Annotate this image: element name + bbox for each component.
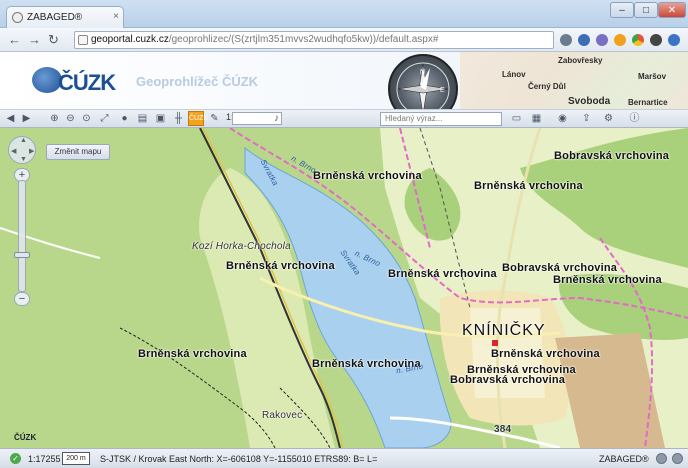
status-settings-icon[interactable]: [656, 453, 667, 464]
pan-control[interactable]: ▲ ▼ ◀ ▶: [8, 136, 36, 164]
export-icon[interactable]: ⇪: [580, 112, 593, 125]
page-icon: [78, 35, 88, 45]
zoom-minus-button[interactable]: −: [14, 292, 30, 306]
banner-place: Bernartice: [628, 98, 668, 107]
status-help-icon[interactable]: [672, 453, 683, 464]
map-label-town: KNÍNIČKY: [462, 322, 546, 339]
map-label: Bobravská vrchovina: [502, 262, 618, 274]
header-map-banner: Zabovřesky Lánov Černý Důl Svoboda Maršo…: [460, 52, 688, 109]
status-coordinates: S-JTSK / Krovak East North: X=-606108 Y=…: [100, 454, 378, 464]
wrench-icon[interactable]: ✎: [208, 112, 221, 125]
map-label: Brněnská vrchovina: [226, 260, 335, 272]
measure-icon[interactable]: ▣: [154, 112, 167, 125]
site-logo[interactable]: ČÚZK: [58, 70, 116, 96]
banner-place: Svoboda: [568, 96, 611, 107]
map-watermark: ČÚZK: [14, 433, 37, 442]
status-source: ZABAGED®: [599, 454, 649, 464]
back-icon[interactable]: ←: [8, 32, 21, 47]
banner-place: Černý Důl: [528, 82, 566, 91]
search-input[interactable]: Hledaný výraz...: [380, 112, 502, 126]
map-label: Bobravská vrchovina: [450, 374, 566, 386]
scale-bar: 200 m: [62, 452, 90, 465]
extension-icon[interactable]: [578, 34, 590, 46]
map-label-road-number: 384: [494, 424, 512, 435]
pan-left-icon[interactable]: ◀: [11, 147, 16, 155]
grid-icon[interactable]: ▦: [530, 112, 543, 125]
settings-icon[interactable]: ⚙: [602, 112, 615, 125]
zoom-slider-track[interactable]: [18, 180, 26, 292]
extension-icon[interactable]: [596, 34, 608, 46]
maximize-button[interactable]: □: [634, 2, 658, 18]
status-ok-icon: ✓: [10, 453, 21, 464]
status-bar: ✓ 1:17255 200 m S-JTSK / Krovak East Nor…: [0, 448, 688, 468]
browser-navbar: ← → ↻ geoportal.cuzk.cz/geoprohlizec/(S(…: [0, 28, 688, 52]
help-icon[interactable]: ⓘ: [628, 112, 641, 125]
map-label: Brněnská vrchovina: [491, 348, 600, 360]
pan-down-icon[interactable]: ▼: [20, 156, 27, 163]
close-window-button[interactable]: ✕: [658, 2, 686, 18]
pan-right-icon[interactable]: ▶: [29, 147, 34, 155]
fullscreen-icon[interactable]: ⤢: [98, 112, 111, 125]
clock-icon[interactable]: [650, 34, 662, 46]
url-host: geoportal.cuzk.cz: [91, 34, 169, 45]
tab-title: ZABAGED®: [27, 12, 83, 23]
map-label: Brněnská vrchovina: [138, 348, 247, 360]
banner-place: Maršov: [638, 72, 667, 81]
zoom-in-icon[interactable]: ⊕: [48, 112, 61, 125]
map-label-place: Rakovec: [262, 410, 303, 421]
zoom-extent-icon[interactable]: ⊙: [80, 112, 93, 125]
banner-place: Zabovřesky: [558, 56, 603, 65]
pan-up-icon[interactable]: ▲: [20, 137, 27, 144]
reload-icon[interactable]: ↻: [48, 32, 59, 47]
compass-letter-n: N: [420, 69, 425, 76]
compass-letter-e: E: [440, 87, 445, 94]
ruler-icon[interactable]: ╫: [172, 112, 185, 125]
browser-titlebar: ZABAGED® × – □ ✕: [0, 0, 688, 28]
zoom-out-icon[interactable]: ⊖: [64, 112, 77, 125]
map-label: Brněnská vrchovina: [553, 274, 662, 286]
headphones-icon[interactable]: [560, 34, 572, 46]
compass-icon: N E: [388, 54, 458, 109]
favicon-icon: [12, 12, 23, 23]
map-label: Brněnská vrchovina: [474, 180, 583, 192]
change-map-button[interactable]: Změnit mapu: [46, 144, 110, 160]
app-title: Geoprohlížeč ČÚZK: [136, 74, 259, 89]
site-header: ČÚZK Geoprohlížeč ČÚZK Zabovřesky Lánov …: [0, 52, 688, 110]
zoom-slider-handle[interactable]: [14, 252, 30, 258]
color-wheel-icon[interactable]: [632, 34, 644, 46]
map-label: Brněnská vrchovina: [313, 170, 422, 182]
banner-place: Lánov: [502, 70, 526, 79]
map-label: Bobravská vrchovina: [554, 150, 670, 162]
url-path: /geoprohlizec/(S(zrtjlm351mvvs2wudhqfo5k…: [168, 34, 439, 45]
minimize-button[interactable]: –: [610, 2, 634, 18]
info-icon[interactable]: ●: [118, 112, 131, 125]
map-label: Brněnská vrchovina: [388, 268, 497, 280]
print-icon[interactable]: ▭: [510, 112, 523, 125]
menu-icon[interactable]: [668, 34, 680, 46]
layers-icon[interactable]: ▤: [136, 112, 149, 125]
forward-icon[interactable]: →: [28, 32, 41, 47]
status-scale: 1:17255: [28, 454, 61, 464]
extension-icon[interactable]: [614, 34, 626, 46]
map-label-region: Kozí Horka-Chochola: [192, 241, 291, 252]
globe-icon[interactable]: ◉: [556, 112, 569, 125]
microphone-icon[interactable]: ♪: [270, 112, 283, 125]
tab-close-icon[interactable]: ×: [113, 11, 119, 22]
map-toolbar: ◀ ▶ ⊕ ⊖ ⊙ ⤢ ● ▤ ▣ ╫ ČÚZK ✎ 1: ♪ Hledaný …: [0, 110, 688, 128]
cuzk-tool-button[interactable]: ČÚZK: [188, 111, 208, 126]
browser-tab[interactable]: ZABAGED® ×: [6, 6, 124, 28]
arrow-right-icon[interactable]: ▶: [20, 112, 33, 125]
map-canvas[interactable]: Brněnská vrchovina Brněnská vrchovina Bo…: [0, 128, 688, 448]
address-bar[interactable]: geoportal.cuzk.cz/geoprohlizec/(S(zrtjlm…: [74, 31, 554, 49]
arrow-left-icon[interactable]: ◀: [4, 112, 17, 125]
